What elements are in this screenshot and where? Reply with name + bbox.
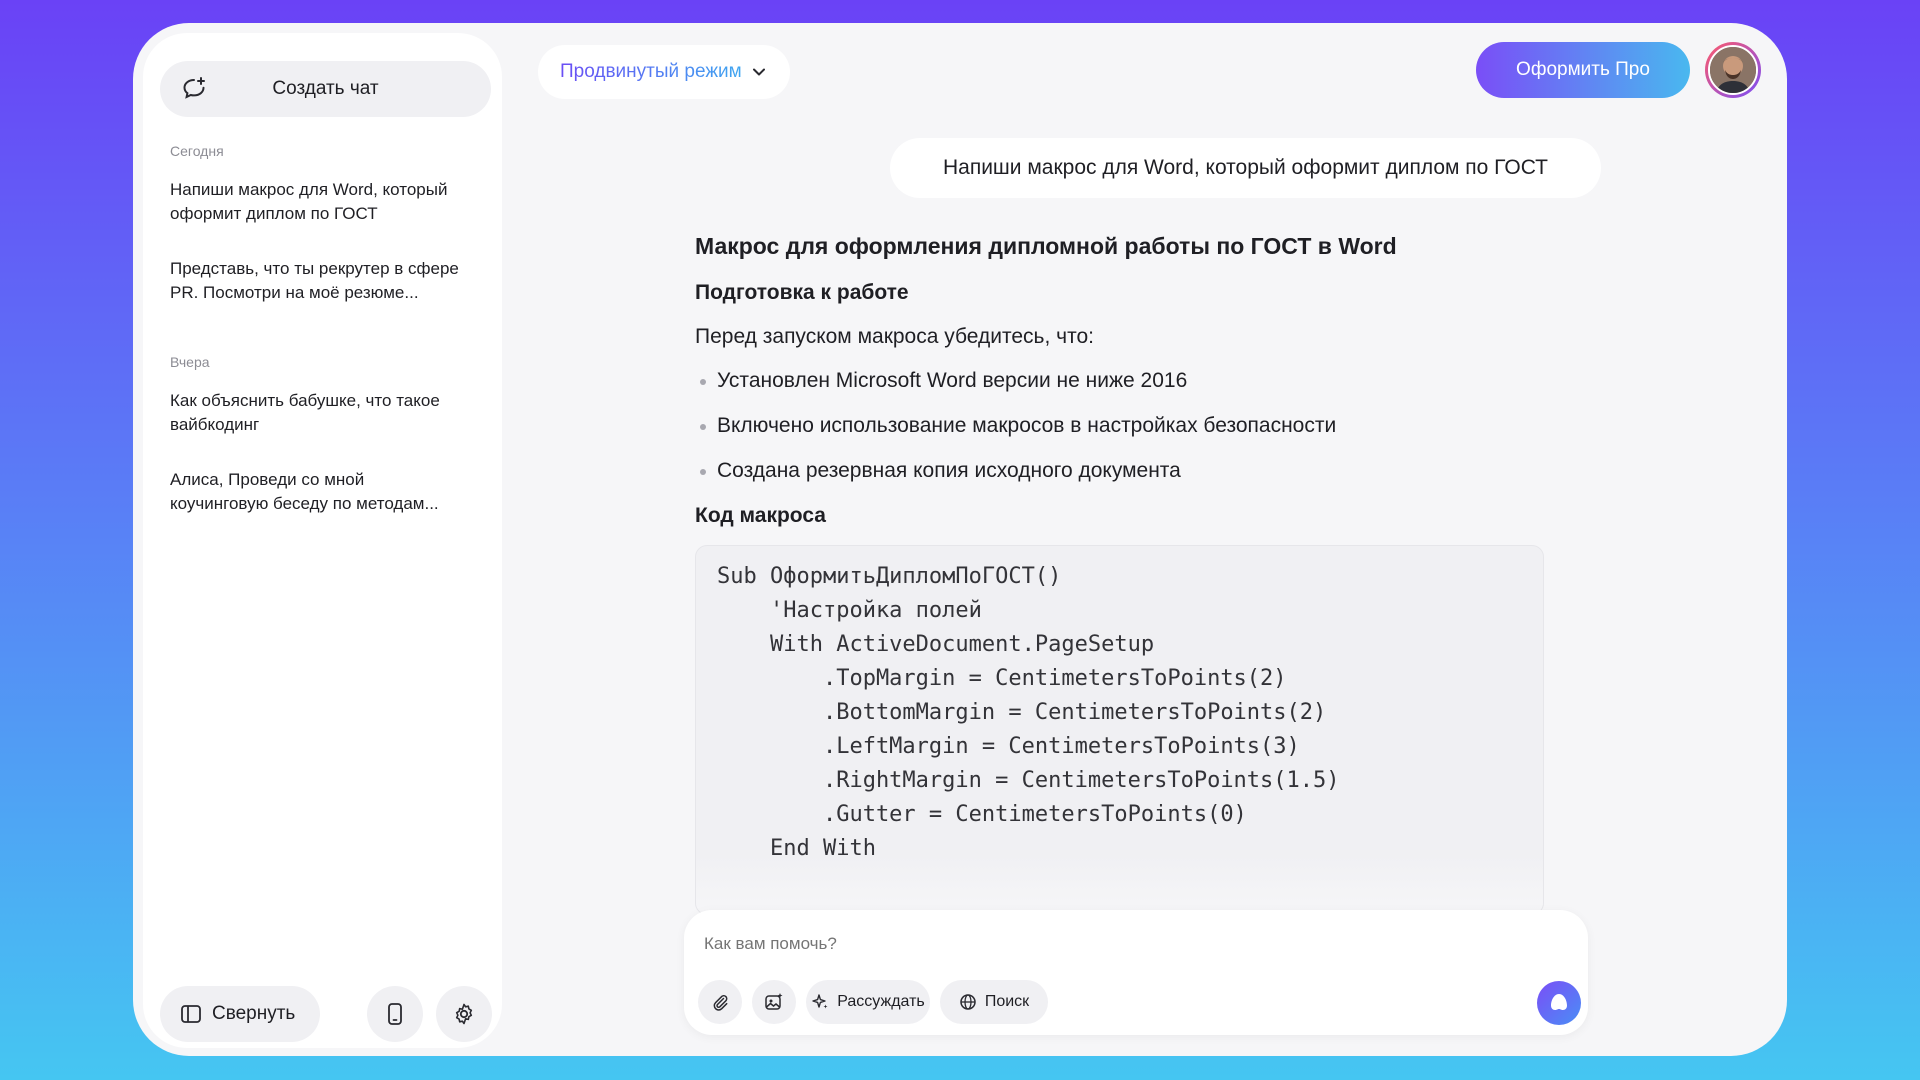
app-window: Создать чат Сегодня Напиши макрос для Wo…	[133, 23, 1787, 1056]
sparkle-icon	[812, 994, 828, 1009]
phone-button[interactable]	[367, 986, 423, 1042]
history-item-line: коучинговую беседу по методам...	[170, 494, 439, 513]
reason-button[interactable]: Рассуждать	[806, 980, 930, 1024]
avatar[interactable]	[1705, 42, 1761, 98]
collapse-label: Свернуть	[212, 1003, 296, 1024]
history-item-line: вайбкодинг	[170, 415, 260, 434]
history-item[interactable]: Алиса, Проведи со мной коучинговую бесед…	[170, 468, 480, 516]
sidebar: Создать чат Сегодня Напиши макрос для Wo…	[143, 33, 502, 1048]
image-generate-button[interactable]	[752, 980, 796, 1024]
prompt-composer: Рассуждать Поиск	[684, 910, 1588, 1035]
bullet-dot	[700, 379, 706, 385]
answer-paragraph: Перед запуском макроса убедитесь, что:	[695, 325, 1094, 348]
alice-icon	[1551, 994, 1567, 1010]
history-item[interactable]: Представь, что ты рекрутер в сфере PR. П…	[170, 257, 480, 305]
history-item-line: Напиши макрос для Word, который	[170, 180, 448, 199]
settings-button[interactable]	[436, 986, 492, 1042]
mode-selector[interactable]: Продвинутый режим	[538, 45, 790, 99]
history-item[interactable]: Напиши макрос для Word, который оформит …	[170, 178, 480, 226]
chevron-down-icon	[752, 68, 765, 76]
image-sparkle-icon	[765, 993, 783, 1010]
new-chat-button[interactable]: Создать чат	[160, 61, 491, 117]
bullet-dot	[700, 469, 706, 475]
answer-section-heading: Код макроса	[695, 504, 826, 527]
sidebar-footer: Свернуть	[160, 986, 500, 1042]
history-item-line: Как объяснить бабушке, что такое	[170, 391, 440, 410]
section-yesterday: Вчера	[170, 354, 210, 370]
answer-section-heading: Подготовка к работе	[695, 281, 909, 304]
gear-icon	[455, 1003, 473, 1025]
section-today: Сегодня	[170, 143, 224, 159]
user-photo-icon	[1710, 47, 1756, 93]
phone-icon	[388, 1003, 402, 1025]
code-block: Sub ОформитьДипломПоГОСТ() 'Настройка по…	[695, 545, 1544, 915]
history-item[interactable]: Как объяснить бабушке, что такое вайбкод…	[170, 389, 480, 437]
collapse-button[interactable]: Свернуть	[160, 986, 320, 1042]
reason-label: Рассуждать	[837, 993, 925, 1010]
user-message: Напиши макрос для Word, который оформит …	[890, 138, 1601, 198]
history-item-line: Алиса, Проведи со мной	[170, 470, 365, 489]
list-item: Включено использование макросов в настро…	[717, 414, 1337, 437]
history-item-line: оформит диплом по ГОСТ	[170, 204, 378, 223]
answer-title: Макрос для оформления дипломной работы п…	[695, 233, 1397, 259]
prompt-input[interactable]	[704, 934, 1524, 954]
history-item-line: Представь, что ты рекрутер в сфере	[170, 259, 459, 278]
send-button[interactable]	[1537, 981, 1581, 1025]
code-text: Sub ОформитьДипломПоГОСТ() 'Настройка по…	[717, 564, 1340, 861]
list-item: Создана резервная копия исходного докуме…	[717, 459, 1181, 482]
attach-button[interactable]	[698, 980, 742, 1024]
globe-icon	[960, 994, 976, 1010]
mode-label: Продвинутый режим	[560, 61, 742, 82]
history-item-line: PR. Посмотри на моё резюме...	[170, 283, 419, 302]
list-item: Установлен Microsoft Word версии не ниже…	[717, 369, 1188, 392]
get-pro-button[interactable]: Оформить Про	[1476, 42, 1690, 98]
bullet-dot	[700, 424, 706, 430]
sidebar-panel-icon	[181, 1005, 201, 1023]
search-button[interactable]: Поиск	[940, 980, 1048, 1024]
new-chat-label: Создать чат	[272, 78, 379, 99]
code-fade-overlay	[696, 854, 1543, 914]
search-label: Поиск	[984, 993, 1030, 1010]
paperclip-icon	[713, 994, 728, 1011]
